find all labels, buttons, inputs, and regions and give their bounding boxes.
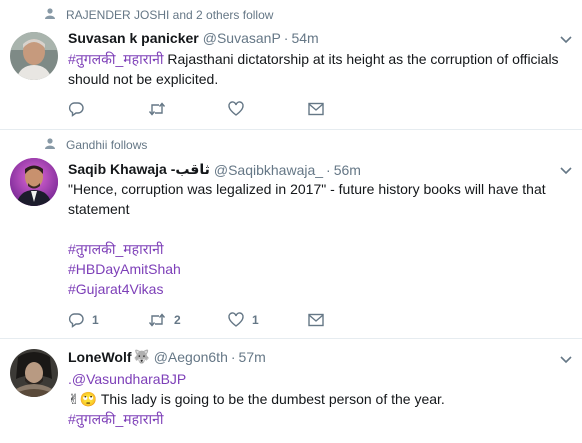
mention-link[interactable]: .@VasundharaBJP [68, 369, 568, 389]
tweet-header: Saqib Khawaja -ثاقب @Saqibkhawaja_ · 56m [68, 161, 361, 178]
display-name[interactable]: Saqib Khawaja -ثاقب [68, 161, 210, 178]
display-name[interactable]: Suvasan k panicker [68, 30, 199, 46]
like-icon [228, 312, 244, 328]
message-icon [308, 102, 324, 116]
avatar[interactable] [10, 349, 58, 397]
social-context-text[interactable]: Gandhii follows [66, 138, 147, 152]
social-context-text[interactable]: RAJENDER JOSHI and 2 others follow [66, 8, 273, 22]
tweet[interactable]: Gandhii follows Saqib Khawaja -ثاقب @Saq… [0, 130, 582, 339]
timestamp[interactable]: 54m [291, 30, 318, 46]
wolf-emoji: 🐺 [133, 349, 150, 364]
tweet-text-content: "Hence, corruption was legalized in 2017… [68, 181, 546, 217]
reply-button[interactable] [68, 101, 148, 117]
hashtag-link[interactable]: #तुगलकी_महारानी [68, 409, 568, 429]
timestamp[interactable]: 57m [239, 349, 266, 365]
like-button[interactable] [228, 101, 308, 117]
hashtag-link[interactable]: #HBDayAmitShah [68, 259, 568, 279]
separator-dot: · [230, 349, 236, 365]
username[interactable]: @SuvasanP [203, 30, 281, 46]
tweet-actions [68, 101, 388, 117]
person-icon [42, 138, 58, 152]
tweet-text: #तुगलकी_महारानी Rajasthani dictatorship … [68, 49, 568, 89]
retweet-icon [148, 101, 166, 117]
emoji: ✌🙄 [68, 391, 98, 407]
reply-button[interactable]: 1 [68, 312, 148, 328]
avatar[interactable] [10, 32, 58, 80]
social-context: Gandhii follows [42, 138, 147, 152]
tweet-text: "Hence, corruption was legalized in 2017… [68, 179, 568, 299]
tweet-actions: 1 2 1 [68, 312, 388, 328]
retweet-button[interactable]: 2 [148, 312, 228, 328]
like-button[interactable]: 1 [228, 312, 308, 328]
avatar[interactable] [10, 158, 58, 206]
tweet[interactable]: LoneWolf 🐺 @Aegon6th · 57m .@VasundharaB… [0, 339, 582, 443]
reply-icon [68, 101, 84, 117]
hashtag-link[interactable]: #Gujarat4Vikas [68, 279, 568, 299]
caret-down-icon[interactable] [560, 163, 572, 178]
username[interactable]: @Saqibkhawaja_ [214, 162, 323, 178]
direct-message-button[interactable] [308, 313, 388, 327]
separator-dot: · [326, 161, 331, 178]
person-icon [42, 8, 58, 22]
caret-down-icon[interactable] [560, 352, 572, 367]
separator-dot: · [283, 30, 289, 46]
like-count: 1 [252, 313, 259, 327]
direct-message-button[interactable] [308, 102, 388, 116]
display-name[interactable]: LoneWolf [68, 349, 132, 365]
retweet-count: 2 [174, 313, 181, 327]
like-icon [228, 101, 244, 117]
hashtag-link[interactable]: #तुगलकी_महारानी [68, 239, 568, 259]
tweet-header: LoneWolf 🐺 @Aegon6th · 57m [68, 349, 266, 365]
retweet-button[interactable] [148, 101, 228, 117]
reply-icon [68, 312, 84, 328]
timestamp[interactable]: 56m [334, 162, 361, 178]
tweet[interactable]: RAJENDER JOSHI and 2 others follow Suvas… [0, 0, 582, 130]
tweet-text-content: This lady is going to be the dumbest per… [100, 391, 445, 407]
username[interactable]: @Aegon6th [154, 349, 228, 365]
caret-down-icon[interactable] [560, 32, 572, 47]
retweet-icon [148, 312, 166, 328]
timeline: RAJENDER JOSHI and 2 others follow Suvas… [0, 0, 582, 443]
hashtag-link[interactable]: #तुगलकी_महारानी [68, 51, 163, 67]
tweet-header: Suvasan k panicker @SuvasanP · 54m [68, 30, 319, 46]
tweet-text: .@VasundharaBJP ✌🙄 This lady is going to… [68, 369, 568, 429]
reply-count: 1 [92, 313, 99, 327]
social-context: RAJENDER JOSHI and 2 others follow [42, 8, 273, 22]
message-icon [308, 313, 324, 327]
